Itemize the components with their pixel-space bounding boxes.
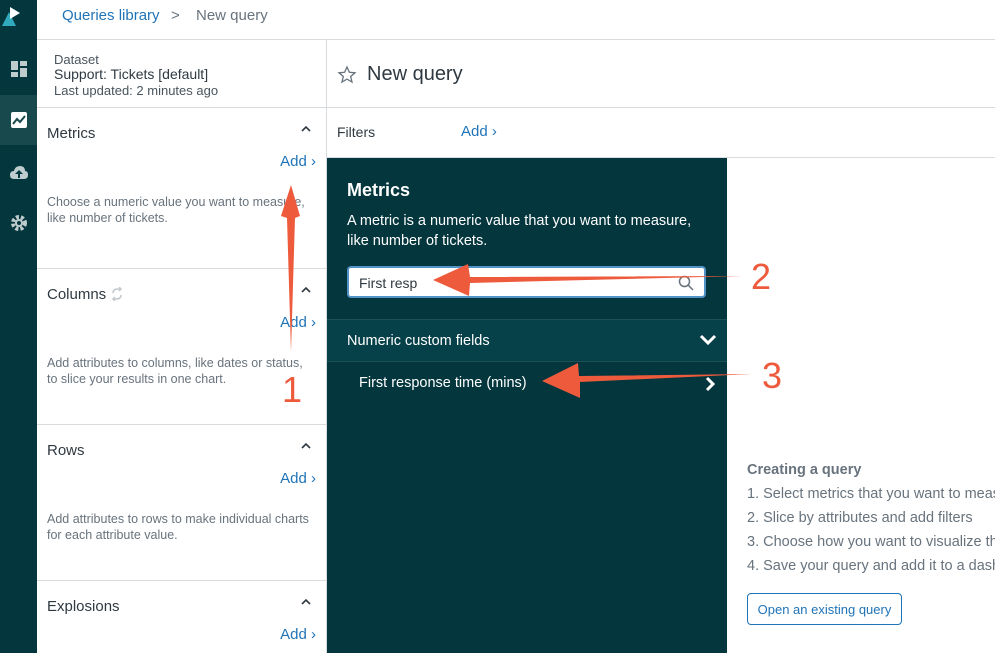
rows-add-button[interactable]: Add ›: [280, 470, 316, 487]
query-header: New query: [327, 40, 995, 108]
section-title: Columns: [47, 286, 107, 303]
help-step: 3. Choose how you want to visualize th: [747, 534, 995, 550]
breadcrumb-link-queries-library[interactable]: Queries library: [62, 7, 160, 24]
help-step: 4. Save your query and add it to a dash: [747, 558, 995, 574]
section-description: Add attributes to rows to make individua…: [47, 512, 309, 542]
metric-option-first-response-time[interactable]: First response time (mins): [327, 363, 727, 405]
open-existing-query-button[interactable]: Open an existing query: [747, 593, 902, 625]
search-icon: [678, 275, 694, 291]
queries-icon[interactable]: [0, 95, 37, 145]
section-description: Choose a numeric value you want to measu…: [47, 195, 305, 225]
dataset-info[interactable]: Dataset Support: Tickets [default] Last …: [37, 40, 326, 108]
help-step: 2. Slice by attributes and add filters: [747, 510, 973, 526]
rows-section: Rows Add › Add attributes to rows to mak…: [37, 425, 326, 581]
metrics-section: Metrics Add › Choose a numeric value you…: [37, 108, 326, 269]
chevron-down-icon[interactable]: [699, 333, 717, 347]
breadcrumb-current: New query: [196, 7, 268, 24]
chevron-up-icon[interactable]: [299, 283, 313, 297]
logo-icon[interactable]: [0, 0, 37, 40]
swap-icon[interactable]: [110, 287, 124, 301]
filters-label: Filters: [337, 124, 376, 140]
query-config-sidebar: Dataset Support: Tickets [default] Last …: [37, 40, 327, 653]
dataset-name: Support: Tickets [default]: [54, 66, 209, 82]
metric-search-field[interactable]: [347, 266, 706, 298]
columns-add-button[interactable]: Add ›: [280, 314, 316, 331]
section-title: Explosions: [47, 598, 120, 615]
panel-title: Metrics: [347, 180, 411, 200]
help-title: Creating a query: [747, 462, 862, 478]
query-title[interactable]: New query: [367, 63, 463, 86]
section-title: Metrics: [47, 125, 96, 142]
explosions-add-button[interactable]: Add ›: [280, 626, 316, 643]
chevron-up-icon[interactable]: [299, 439, 313, 453]
section-description: Add attributes to columns, like dates or…: [47, 356, 303, 386]
dashboard-icon[interactable]: [0, 44, 37, 94]
upload-icon[interactable]: [0, 148, 37, 198]
chevron-up-icon[interactable]: [299, 122, 313, 136]
filters-bar: Filters Add ›: [327, 108, 995, 158]
annotation-label-1: 1: [282, 369, 303, 410]
star-icon[interactable]: [337, 65, 357, 85]
metric-search-input[interactable]: [359, 273, 659, 293]
chevron-right-icon: [705, 376, 715, 392]
metrics-add-button[interactable]: Add ›: [280, 153, 316, 170]
dataset-updated: Last updated: 2 minutes ago: [54, 83, 219, 98]
explosions-section: Explosions Add ›: [37, 581, 326, 653]
breadcrumb-separator: >: [171, 7, 180, 24]
product-nav: [0, 0, 37, 653]
help-step: 1. Select metrics that you want to meas: [747, 486, 995, 502]
filters-add-button[interactable]: Add ›: [461, 123, 497, 140]
section-title: Rows: [47, 442, 85, 459]
annotation-label-2: 2: [751, 256, 772, 297]
dataset-label: Dataset: [54, 52, 99, 67]
metrics-picker-panel: Metrics A metric is a numeric value that…: [327, 158, 727, 653]
breadcrumb: Queries library > New query: [37, 0, 995, 40]
numeric-custom-fields-group[interactable]: Numeric custom fields: [327, 319, 727, 362]
panel-description: A metric is a numeric value that you wan…: [347, 213, 692, 249]
group-label: Numeric custom fields: [347, 333, 490, 349]
chevron-up-icon[interactable]: [299, 595, 313, 609]
option-label: First response time (mins): [359, 375, 527, 391]
settings-icon[interactable]: [0, 198, 37, 248]
annotation-label-3: 3: [762, 355, 783, 396]
